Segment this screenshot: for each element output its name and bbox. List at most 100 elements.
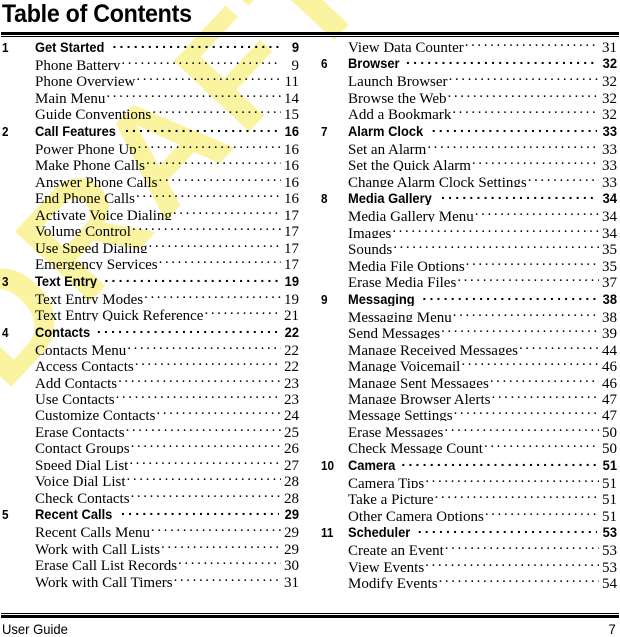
toc-chapter-row[interactable]: 8 Media Gallery..........................… [321,187,617,205]
toc-section-row[interactable]: Answer Phone Calls......................… [2,171,299,187]
toc-section-row[interactable]: Voice Dial List.........................… [2,470,299,486]
toc-chapter-number: 5 [2,507,9,522]
toc-section-row[interactable]: Manage Sent Messages....................… [321,372,617,388]
toc-chapter-row[interactable]: 4 Contacts...............................… [2,321,299,339]
toc-section-row[interactable]: Guide Conventions.......................… [2,103,299,119]
toc-dot-leader: ........................................… [425,471,599,486]
toc-chapter-title: Camera [348,456,396,472]
toc-section-title: Add a Bookmark [348,107,452,120]
toc-chapter-title: Scheduler [348,524,411,540]
toc-section-title: Phone Overview [35,74,136,87]
toc-section-row[interactable]: Add Contacts............................… [2,372,299,388]
toc-section-row[interactable]: Erase Contacts..........................… [2,421,299,437]
toc-section-row[interactable]: Messaging Menu..........................… [321,306,617,322]
toc-section-row[interactable]: Recent Calls Menu.......................… [2,521,299,537]
toc-section-title: Check Contacts [35,490,130,504]
toc-chapter-row[interactable]: 1 Get Started............................… [2,36,299,54]
toc-section-row[interactable]: Erase Messages..........................… [321,421,617,437]
toc-chapter-row[interactable]: 3 Text Entry.............................… [2,270,299,288]
footer-page-number: 7 [608,621,616,637]
toc-section-row[interactable]: Phone Battery...........................… [2,54,299,70]
toc-section-row[interactable]: Emergency Services......................… [2,253,299,269]
toc-page-number: 23 [284,375,299,388]
toc-section-row[interactable]: Browse the Web..........................… [321,87,617,103]
toc-page-number: 46 [602,375,617,388]
toc-section-row[interactable]: Manage Browser Alerts...................… [321,388,617,404]
toc-dot-leader: ........................................… [118,371,281,386]
toc-chapter-title: Call Features [35,122,116,138]
toc-page-number: 14 [284,90,299,104]
toc-section-row[interactable]: Manage Received Messages................… [321,339,617,355]
toc-section-row[interactable]: Media File Options......................… [321,255,617,271]
toc-dot-leader: ........................................… [129,453,281,468]
toc-section-row[interactable]: Work with Call Timers...................… [2,571,299,587]
toc-chapter-row[interactable]: 10 Camera................................… [321,454,617,472]
toc-section-row[interactable]: Erase Media Files.......................… [321,271,617,287]
toc-section-row[interactable]: Power Phone Up..........................… [2,138,299,154]
toc-page-number: 29 [284,541,299,555]
toc-dot-leader: ........................................… [158,170,282,185]
toc-chapter-row[interactable]: 7 Alarm Clock............................… [321,120,617,138]
toc-section-row[interactable]: Make Phone Calls........................… [2,154,299,170]
toc-section-row[interactable]: Launch Browser..........................… [321,70,617,86]
toc-page-number: 31 [602,40,617,53]
toc-dot-leader: ........................................… [444,420,599,435]
toc-page-number: 17 [284,207,299,221]
toc-section-row[interactable]: Speed Dial List.........................… [2,454,299,470]
toc-chapter-title: Media Gallery [348,190,432,206]
toc-section-row[interactable]: Check Contacts..........................… [2,487,299,503]
toc-section-title: Images [348,225,392,239]
toc-section-row[interactable]: Text Entry Quick Reference..............… [2,304,299,320]
toc-chapter-row[interactable]: 6 Browser................................… [321,52,617,70]
toc-chapter-row[interactable]: 9 Messaging..............................… [321,288,617,306]
toc-chapter-number: 4 [2,324,9,339]
toc-section-row[interactable]: Contacts Menu...........................… [2,339,299,355]
toc-section-row[interactable]: Check Message Count.....................… [321,437,617,453]
toc-section-row[interactable]: Camera Tips.............................… [321,472,617,488]
toc-section-row[interactable]: Text Entry Modes........................… [2,288,299,304]
toc-section-row[interactable]: Modify Events...........................… [321,572,617,588]
toc-section-row[interactable]: View Data Counter.......................… [321,36,617,52]
toc-section-row[interactable]: Other Camera Options....................… [321,505,617,521]
toc-page-number: 51 [602,475,617,489]
toc-section-title: Camera Tips [348,475,425,489]
toc-page-number: 53 [602,524,617,540]
toc-section-title: Use Speed Dialing [35,240,148,254]
toc-section-row[interactable]: View Events.............................… [321,556,617,572]
toc-dot-leader: ........................................… [125,420,281,435]
toc-section-row[interactable]: Erase Call List Records.................… [2,554,299,570]
toc-section-row[interactable]: Phone Overview..........................… [2,70,299,86]
toc-section-row[interactable]: Create an Event.........................… [321,539,617,555]
toc-section-row[interactable]: Media Gallery Menu......................… [321,205,617,221]
toc-section-row[interactable]: Main Menu...............................… [2,87,299,103]
toc-section-row[interactable]: Message Settings........................… [321,404,617,420]
toc-page-number: 35 [602,258,617,272]
toc-section-row[interactable]: Activate Voice Dialing..................… [2,204,299,220]
toc-section-title: Media Gallery Menu [348,209,474,222]
toc-chapter-row[interactable]: 2 Call Features..........................… [2,120,299,138]
toc-section-row[interactable]: Work with Call Lists....................… [2,538,299,554]
toc-section-row[interactable]: Manage Voicemail........................… [321,355,617,371]
toc-section-row[interactable]: Change Alarm Clock Settings.............… [321,171,617,187]
toc-section-row[interactable]: End Phone Calls.........................… [2,187,299,203]
toc-section-title: Erase Media Files [348,275,457,288]
toc-section-row[interactable]: Contact Groups..........................… [2,437,299,453]
toc-section-row[interactable]: Add a Bookmark..........................… [321,103,617,119]
toc-section-row[interactable]: Set an Alarm............................… [321,138,617,154]
toc-section-row[interactable]: Volume Control..........................… [2,220,299,236]
toc-page-number: 33 [602,141,617,155]
toc-section-row[interactable]: Send Messages...........................… [321,322,617,338]
toc-section-row[interactable]: Set the Quick Alarm.....................… [321,154,617,170]
toc-section-title: Erase Messages [348,424,444,438]
toc-dot-leader: ........................................… [106,86,281,101]
toc-chapter-title: Get Started [35,39,105,54]
toc-section-row[interactable]: Customize Contacts......................… [2,404,299,420]
toc-section-row[interactable]: Use Contacts............................… [2,388,299,404]
toc-chapter-row[interactable]: 11 Scheduler.............................… [321,521,617,539]
toc-section-row[interactable]: Access Contacts.........................… [2,355,299,371]
toc-section-row[interactable]: Images..................................… [321,222,617,238]
toc-section-row[interactable]: Take a Picture..........................… [321,488,617,504]
toc-section-row[interactable]: Use Speed Dialing.......................… [2,237,299,253]
toc-section-row[interactable]: Sounds..................................… [321,238,617,254]
toc-chapter-row[interactable]: 5 Recent Calls...........................… [2,503,299,521]
